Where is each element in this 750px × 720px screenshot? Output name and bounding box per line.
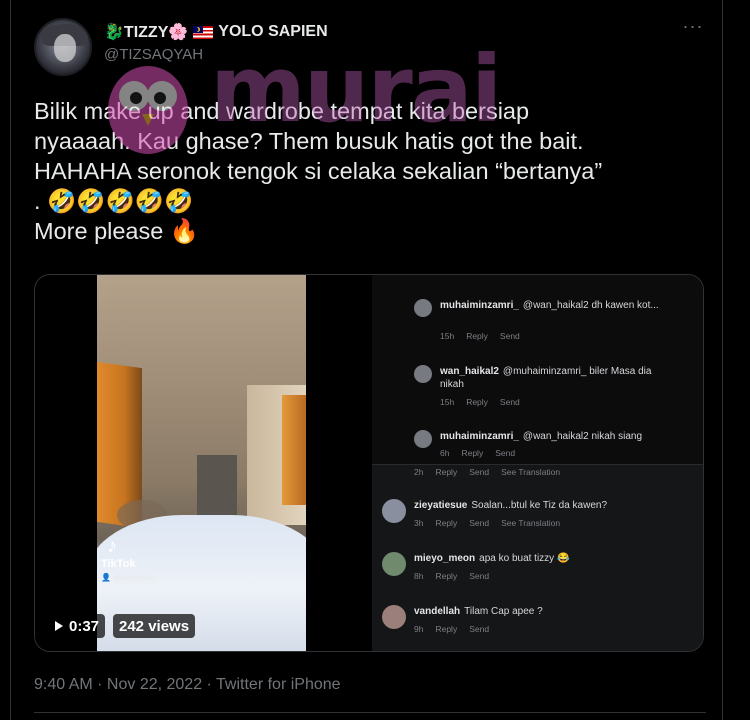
comment-meta: 6h Reply Send [440,448,527,458]
comment-text: Tilam Cap apee ? [464,606,543,617]
comment-reply-button[interactable]: Reply [461,448,483,458]
comment-send-button[interactable]: Send [500,397,520,407]
comment-time: 9h [414,624,424,634]
display-name[interactable]: 🐉TIZZY🌸 YOLO SAPIEN [104,22,328,42]
comment-time: 8h [414,571,424,581]
tweet-line: More please 🔥 [34,218,200,244]
comment-text: apa ko buat tizzy 😂 [479,553,570,564]
comment-meta: 9h Reply Send [414,624,501,634]
tweet-timestamp[interactable]: 9:40 AM · Nov 22, 2022 · Twitter for iPh… [34,676,341,694]
tiktok-handle: 👤 @tizsaqyah [101,573,156,582]
tweet-line: nyaaaah. Kau ghase? Them busuk hatis got… [34,128,584,154]
comment-user[interactable]: muhaiminzamri_ [440,300,519,311]
comment-send-button[interactable]: Send [469,518,489,528]
avatar-face [54,34,76,62]
comment-user[interactable]: zieyatiesue [414,500,467,511]
comment-time: 3h [414,518,424,528]
comment-avatar [414,365,432,383]
views-badge: 242 views [113,614,196,638]
comment-send-button[interactable]: Send [469,624,489,634]
comment-reply-button[interactable]: Reply [435,624,457,634]
comment-reply-button[interactable]: Reply [466,331,488,341]
avatar[interactable] [34,18,92,76]
comment-reply-button[interactable]: Reply [435,571,457,581]
comment-user[interactable]: wan_haikal2 [440,366,499,377]
comment-avatar [382,552,406,576]
comment-send-button[interactable]: Send [495,448,515,458]
comment-user[interactable]: muhaiminzamri_ [440,431,519,442]
tweet-line: . 🤣🤣🤣🤣🤣 [34,188,194,214]
tiktok-logo-icon: ♪ [107,535,117,557]
comment-text: @wan_haikal2 nikah siang [522,431,643,442]
display-name-suffix: YOLO SAPIEN [218,23,328,40]
play-duration-badge[interactable]: 0:37 [49,614,106,638]
comment-meta: 8h Reply Send [414,571,501,581]
tweet-card: 🐉TIZZY🌸 YOLO SAPIEN @TIZSAQYAH ··· Bilik… [20,0,720,720]
comment-send-button[interactable]: Send [469,571,489,581]
comment-user[interactable]: vandellah [414,606,460,617]
comment-reply-button[interactable]: Reply [435,518,457,528]
comments-panel: muhaiminzamri_ @wan_haikal2 dh kawen kot.… [372,275,703,651]
tweet-line: Bilik make up and wardrobe tempat kita b… [34,98,530,124]
comment-meta: 3h Reply Send See Translation [414,518,572,528]
display-name-prefix: 🐉TIZZY🌸 [104,24,189,41]
tweet-line: HAHAHA seronok tengok si celaka sekalian… [34,158,603,184]
comment-time: 6h [440,448,450,458]
room-wall-accent [282,395,306,505]
comment-text: @wan_haikal2 dh kawen kot... [522,300,659,311]
comment-meta: 15h Reply Send [440,331,532,341]
comment-send-button[interactable]: Send [469,467,489,477]
comment-avatar [382,605,406,629]
comment-user[interactable]: mieyo_meon [414,553,475,564]
user-handle[interactable]: @TIZSAQYAH [104,46,203,63]
video-frame [97,275,306,651]
see-translation-link[interactable]: See Translation [501,518,560,528]
comment-reply-button[interactable]: Reply [466,397,488,407]
comment-avatar [414,299,432,317]
frame-border-left [10,0,11,720]
divider [34,712,706,713]
comment-meta: 15h Reply Send [440,397,532,407]
comment-avatar [414,430,432,448]
frame-border-right [722,0,723,720]
comment-send-button[interactable]: Send [500,331,520,341]
comment-reply-button[interactable]: Reply [435,467,457,477]
comment-time: 15h [440,331,455,341]
comment-time: 2h [414,467,424,477]
comment-meta: 2h Reply Send See Translation [414,467,572,477]
video-duration: 0:37 [69,617,100,635]
tiktok-label: TikTok [101,558,136,570]
comment-avatar [382,499,406,523]
malaysia-flag-icon [193,25,214,39]
play-icon [55,621,63,631]
more-options-button[interactable]: ··· [681,17,705,40]
media-attachment[interactable]: ♪ TikTok 👤 @tizsaqyah 0:37 242 views muh… [34,274,704,652]
comment-text: Soalan...btul ke Tiz da kawen? [471,500,608,511]
tweet-text: Bilik make up and wardrobe tempat kita b… [34,96,714,246]
video-player[interactable]: ♪ TikTok 👤 @tizsaqyah 0:37 242 views [35,275,372,651]
comment-time: 15h [440,397,455,407]
see-translation-link[interactable]: See Translation [501,467,560,477]
